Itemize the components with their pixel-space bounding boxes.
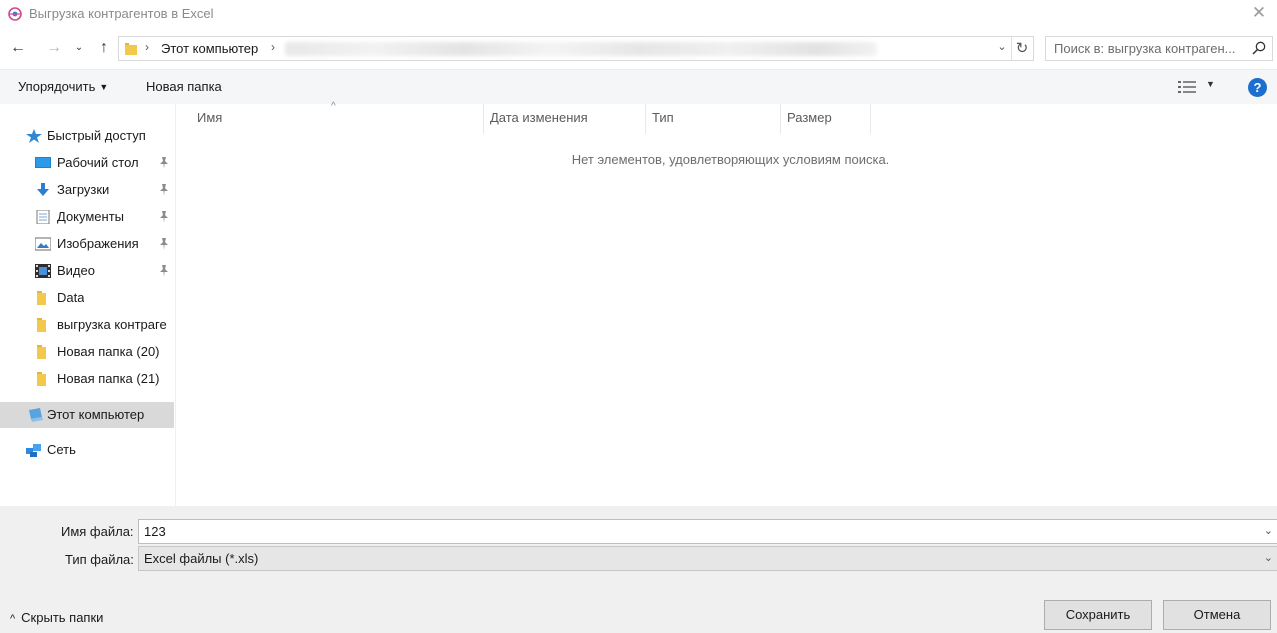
pin-icon[interactable] xyxy=(158,210,170,223)
sidebar-item-label: Рабочий стол xyxy=(57,155,139,170)
sidebar-item-label: Новая папка (21) xyxy=(57,371,160,386)
filetype-label: Тип файла: xyxy=(65,552,134,567)
recent-locations-icon[interactable]: ⌄ xyxy=(72,37,86,59)
app-icon xyxy=(8,7,22,21)
documents-icon xyxy=(36,210,50,224)
sidebar-item-label: выгрузка контраге xyxy=(57,317,167,332)
filename-input[interactable]: 123 ⌄ xyxy=(138,519,1277,544)
breadcrumb-separator-icon[interactable]: › xyxy=(145,40,149,54)
pin-icon[interactable] xyxy=(158,156,170,169)
address-dropdown-icon[interactable]: ⌄ xyxy=(995,40,1009,53)
window-title: Выгрузка контрагентов в Excel xyxy=(29,6,214,21)
sidebar-item-documents[interactable]: Документы xyxy=(0,205,174,229)
folder-icon xyxy=(125,43,137,55)
save-button[interactable]: Сохранить xyxy=(1044,600,1152,630)
column-divider[interactable] xyxy=(645,104,646,134)
sidebar-item-label: Новая папка (20) xyxy=(57,344,160,359)
sidebar-item-label: Документы xyxy=(57,209,125,224)
organize-label: Упорядочить xyxy=(18,79,96,94)
folder-icon xyxy=(37,318,46,332)
breadcrumb-this-pc[interactable]: Этот компьютер xyxy=(161,41,258,56)
hide-folders-button[interactable]: ^ Скрыть папки xyxy=(10,610,103,625)
pin-icon[interactable] xyxy=(158,183,170,196)
sidebar-item-downloads[interactable]: Загрузки xyxy=(0,178,174,202)
sidebar-item-label: Видео xyxy=(57,263,95,278)
sidebar-item-desktop[interactable]: Рабочий стол xyxy=(0,151,174,175)
sidebar-item-network[interactable]: Сеть xyxy=(0,438,174,462)
desktop-icon xyxy=(35,157,51,168)
sidebar-item-data[interactable]: Data xyxy=(0,286,174,310)
chevron-up-icon: ^ xyxy=(10,613,16,625)
file-list[interactable]: ^ Имя Дата изменения Тип Размер Нет элем… xyxy=(177,101,1277,506)
forward-arrow-icon[interactable]: → xyxy=(44,37,64,59)
search-icon[interactable] xyxy=(1252,41,1266,55)
refresh-icon[interactable]: ↻ xyxy=(1014,39,1030,57)
save-form-panel: Имя файла: 123 ⌄ Тип файла: Excel файлы … xyxy=(0,506,1277,633)
filetype-value: Excel файлы (*.xls) xyxy=(144,551,259,566)
star-icon xyxy=(26,129,42,143)
column-header-size[interactable]: Размер xyxy=(787,110,832,136)
cancel-button[interactable]: Отмена xyxy=(1163,600,1271,630)
filename-label: Имя файла: xyxy=(61,524,134,539)
pin-icon[interactable] xyxy=(158,264,170,277)
search-box[interactable] xyxy=(1045,36,1273,61)
computer-icon xyxy=(29,408,43,422)
sidebar-item-label: Этот компьютер xyxy=(47,407,145,422)
sort-ascending-icon: ^ xyxy=(331,101,336,112)
back-arrow-icon[interactable]: ← xyxy=(8,37,28,59)
folder-icon xyxy=(37,291,46,305)
network-icon xyxy=(26,444,41,457)
downloads-icon xyxy=(37,183,49,196)
hide-folders-label: Скрыть папки xyxy=(21,610,104,625)
column-header-type[interactable]: Тип xyxy=(652,110,674,136)
breadcrumb-path-redacted xyxy=(285,42,877,56)
command-toolbar: Упорядочить ▼ Новая папка ▼ ? xyxy=(0,69,1277,104)
pictures-icon xyxy=(35,237,51,251)
breadcrumb-separator-icon[interactable]: › xyxy=(271,40,275,54)
folder-icon xyxy=(37,372,46,386)
title-bar: Выгрузка контрагентов в Excel ✕ xyxy=(0,0,1277,28)
sidebar-item-label: Сеть xyxy=(47,442,76,457)
chevron-down-icon[interactable]: ⌄ xyxy=(1264,551,1273,564)
sidebar-item-label: Изображения xyxy=(57,236,139,251)
empty-list-message: Нет элементов, удовлетворяющих условиям … xyxy=(571,152,890,167)
new-folder-button[interactable]: Новая папка xyxy=(146,79,222,94)
column-divider[interactable] xyxy=(483,104,484,134)
up-arrow-icon[interactable]: ↑ xyxy=(94,37,114,59)
sidebar-item-quick-access[interactable]: Быстрый доступ xyxy=(0,124,174,148)
column-header-name[interactable]: Имя xyxy=(197,110,222,136)
address-bar[interactable]: › Этот компьютер › ⌄ ↻ xyxy=(118,36,1034,61)
sidebar-item-video[interactable]: Видео xyxy=(0,259,174,283)
sidebar-item-export-folder[interactable]: выгрузка контраге xyxy=(0,313,174,337)
chevron-down-icon[interactable]: ⌄ xyxy=(1264,524,1273,537)
sidebar-item-pictures[interactable]: Изображения xyxy=(0,232,174,256)
navigation-pane: Быстрый доступ Рабочий стол Загрузки Док… xyxy=(0,104,176,506)
organize-button[interactable]: Упорядочить ▼ xyxy=(18,79,108,94)
help-icon[interactable]: ? xyxy=(1248,78,1267,97)
video-icon xyxy=(35,264,51,278)
search-input[interactable] xyxy=(1046,37,1246,60)
view-options-caret-icon[interactable]: ▼ xyxy=(1206,79,1215,89)
close-icon[interactable]: ✕ xyxy=(1249,3,1269,23)
filename-value: 123 xyxy=(144,524,166,539)
sidebar-item-label: Data xyxy=(57,290,85,305)
filetype-select[interactable]: Excel файлы (*.xls) ⌄ xyxy=(138,546,1277,571)
column-header-date-modified[interactable]: Дата изменения xyxy=(490,110,588,136)
folder-icon xyxy=(37,345,46,359)
sidebar-item-new-folder-20[interactable]: Новая папка (20) xyxy=(0,340,174,364)
pin-icon[interactable] xyxy=(158,237,170,250)
organize-caret-icon: ▼ xyxy=(99,82,109,92)
view-details-icon[interactable] xyxy=(1178,80,1196,94)
address-divider xyxy=(1011,37,1012,60)
sidebar-item-label: Быстрый доступ xyxy=(47,128,146,143)
sidebar-item-new-folder-21[interactable]: Новая папка (21) xyxy=(0,367,174,391)
column-divider[interactable] xyxy=(870,104,871,134)
sidebar-item-this-pc[interactable]: Этот компьютер xyxy=(0,402,174,428)
column-divider[interactable] xyxy=(780,104,781,134)
sidebar-item-label: Загрузки xyxy=(57,182,110,197)
